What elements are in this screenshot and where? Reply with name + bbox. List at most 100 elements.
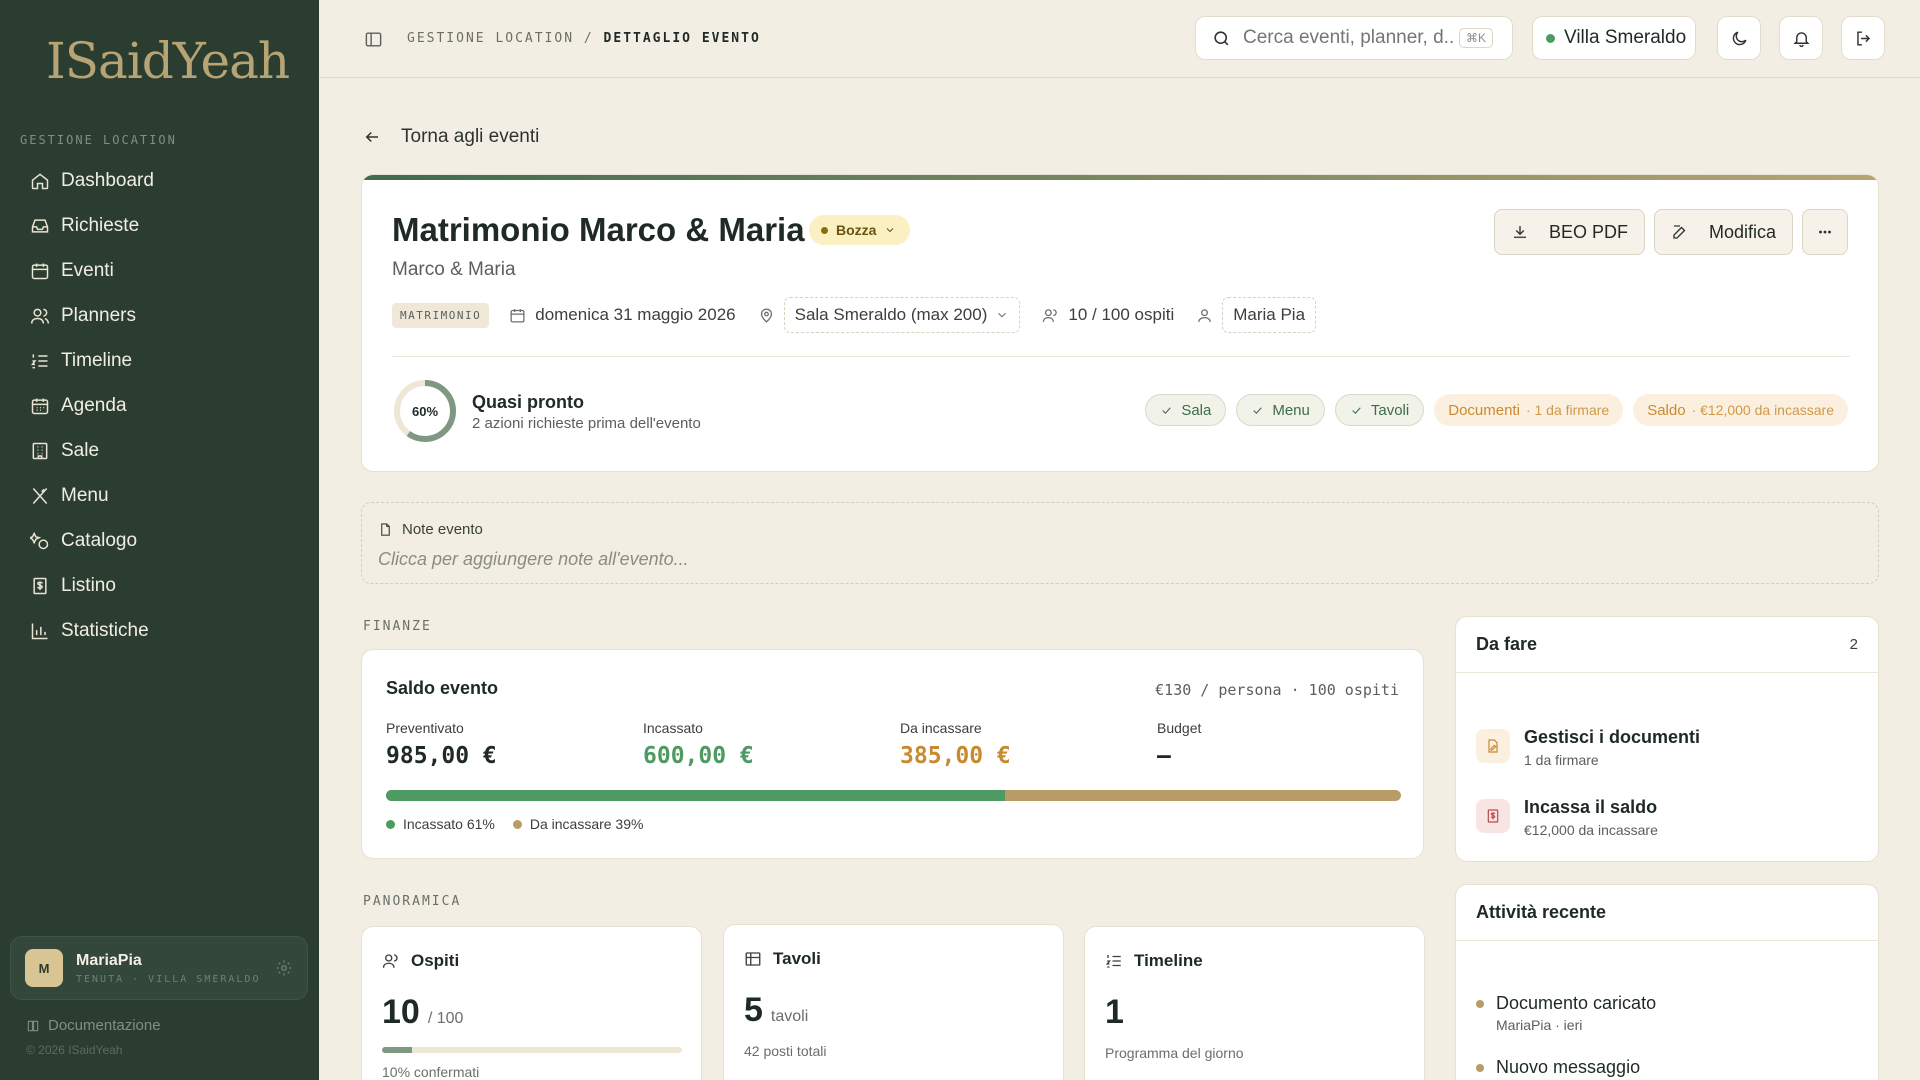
sidebar-item-agenda[interactable]: Agenda — [18, 383, 302, 428]
sidebar-item-label: Eventi — [61, 259, 114, 281]
venue-status-dot — [1546, 33, 1555, 43]
check-menu[interactable]: Menu — [1236, 394, 1325, 426]
beo-pdf-label: BEO PDF — [1548, 221, 1628, 242]
sidebar-item-listino[interactable]: Listino — [18, 563, 302, 608]
check-tavoli[interactable]: Tavoli — [1334, 394, 1425, 426]
sidebar-item-label: Menu — [61, 484, 109, 506]
documentation-label: Documentazione — [48, 1017, 161, 1034]
check-saldo[interactable]: Saldo · €12,000 da incassare — [1633, 394, 1848, 426]
finance-col-value: 385,00 € — [900, 743, 1011, 769]
home-icon — [31, 172, 49, 189]
sidebar-item-statistiche[interactable]: Statistiche — [18, 608, 302, 653]
finance-col-value: 600,00 € — [643, 743, 754, 769]
event-room: Sala Smeraldo (max 200) — [758, 297, 1021, 333]
overview-tables-value: 5 tavoli — [744, 991, 809, 1029]
check-label: Documenti — [1448, 401, 1520, 419]
gear-icon[interactable] — [275, 959, 293, 977]
venue-selector[interactable]: Villa Smeraldo — [1532, 16, 1696, 60]
user-card[interactable]: M MariaPia TENUTA · VILLA SMERALDO — [10, 936, 308, 1000]
check-icon — [1352, 406, 1361, 414]
logo-text: ISaidYeah — [46, 32, 290, 90]
sidebar-item-dashboard[interactable]: Dashboard — [18, 158, 302, 203]
room-selector[interactable]: Sala Smeraldo (max 200) — [783, 297, 1021, 333]
sidebar-toggle-icon[interactable] — [364, 30, 383, 49]
todo-item-title: Incassa il saldo — [1524, 797, 1658, 817]
finance-per-person: €130 / persona · 100 ospiti — [1155, 681, 1399, 699]
sidebar-item-label: Sale — [61, 439, 100, 461]
readiness-percent: 60% — [411, 403, 439, 419]
logout-button[interactable] — [1841, 16, 1885, 60]
planner-selector[interactable]: Maria Pia — [1222, 297, 1317, 333]
more-actions-button[interactable] — [1802, 209, 1848, 255]
activity-item[interactable]: Nuovo messaggio — [1476, 1057, 1640, 1078]
sidebar-item-catalogo[interactable]: Catalogo — [18, 518, 302, 563]
theme-toggle-button[interactable] — [1717, 16, 1761, 60]
bar-chart-icon — [31, 623, 48, 639]
edit-button[interactable]: Modifica — [1653, 209, 1793, 255]
status-badge[interactable]: Bozza — [809, 215, 911, 245]
check-label: Sala — [1181, 401, 1212, 419]
card-accent-bar — [362, 175, 1878, 180]
edit-icon — [1673, 225, 1686, 239]
overview-tables-card[interactable]: Tavoli 5 tavoli 42 posti totali — [723, 924, 1064, 1080]
sidebar-item-sale[interactable]: Sale — [18, 428, 302, 473]
file-icon — [381, 523, 390, 536]
todo-icon — [1476, 729, 1510, 763]
beo-pdf-button[interactable]: BEO PDF — [1493, 209, 1645, 255]
finance-col-label: Budget — [1157, 720, 1202, 736]
sidebar-item-menu[interactable]: Menu — [18, 473, 302, 518]
check-extra: · 1 da firmare — [1525, 402, 1610, 418]
sidebar-item-planners[interactable]: Planners — [18, 293, 302, 338]
avatar: M — [25, 949, 63, 987]
event-couple: Marco & Maria — [392, 259, 516, 280]
check-label: Saldo — [1647, 401, 1686, 419]
event-notes[interactable]: Note evento Clicca per aggiungere note a… — [361, 502, 1879, 584]
breadcrumb-root[interactable]: GESTIONE LOCATION — [407, 31, 574, 46]
legend-collected: Incassato 61% — [386, 816, 495, 832]
overview-guests-card[interactable]: Ospiti 10/ 100 10% confermati — [361, 926, 702, 1080]
todo-item-documents[interactable]: Gestisci i documenti 1 da firmare — [1476, 727, 1700, 768]
finance-progress-fill — [386, 790, 1006, 801]
overview-tables-sub: 42 posti totali — [744, 1043, 827, 1059]
sidebar-item-richieste[interactable]: Richieste — [18, 203, 302, 248]
todo-title: Da fare — [1476, 634, 1538, 654]
check-documenti[interactable]: Documenti · 1 da firmare — [1434, 394, 1624, 426]
sidebar-item-label: Catalogo — [61, 529, 138, 551]
documentation-link[interactable]: Documentazione — [26, 1017, 161, 1034]
list-ordered-icon — [31, 353, 48, 368]
sidebar-item-label: Dashboard — [61, 169, 154, 191]
notes-label-text: Note evento — [402, 521, 483, 538]
activity-item[interactable]: Documento caricato MariaPia · ieri — [1476, 993, 1656, 1033]
sidebar-item-eventi[interactable]: Eventi — [18, 248, 302, 293]
room-label: Sala Smeraldo (max 200) — [794, 305, 988, 324]
venue-name: Villa Smeraldo — [1564, 27, 1687, 48]
sidebar-item-timeline[interactable]: Timeline — [18, 338, 302, 383]
todo-card: Da fare 2 Gestisci i documenti 1 da firm… — [1455, 616, 1879, 862]
event-title: Matrimonio Marco & Maria — [392, 211, 805, 248]
event-guests-label: 10 / 100 ospiti — [1068, 305, 1175, 324]
search-icon — [1214, 30, 1229, 45]
overview-section-title: PANORAMICA — [363, 894, 462, 909]
overview-timeline-card[interactable]: Timeline 1 Programma del giorno — [1084, 926, 1425, 1080]
overview-card-header: Ospiti — [382, 951, 459, 971]
search-input[interactable] — [1243, 27, 1453, 49]
back-to-events-link[interactable]: Torna agli eventi — [363, 126, 539, 148]
receipt-icon — [33, 577, 47, 594]
overview-guests-value: 10/ 100 — [382, 993, 464, 1031]
activity-item-sub: MariaPia · ieri — [1496, 1017, 1583, 1033]
chevron-down-icon — [998, 312, 1007, 318]
notifications-button[interactable] — [1779, 16, 1823, 60]
user-name: MariaPia — [76, 951, 142, 969]
calendar-icon — [31, 263, 49, 279]
brand-logo[interactable]: ISaidYeah — [46, 26, 290, 94]
arrow-left-icon — [365, 131, 378, 143]
readiness-ring: 60% — [392, 378, 458, 444]
search-box[interactable]: ⌘K — [1195, 16, 1513, 60]
todo-icon — [1476, 799, 1510, 833]
back-label: Torna agli eventi — [401, 126, 540, 147]
todo-item-balance[interactable]: Incassa il saldo €12,000 da incassare — [1476, 797, 1658, 838]
calendar-days-icon — [31, 398, 49, 414]
breadcrumb-separator: / — [583, 31, 594, 46]
check-sala[interactable]: Sala — [1145, 394, 1227, 426]
activity-dot — [1476, 1000, 1484, 1008]
